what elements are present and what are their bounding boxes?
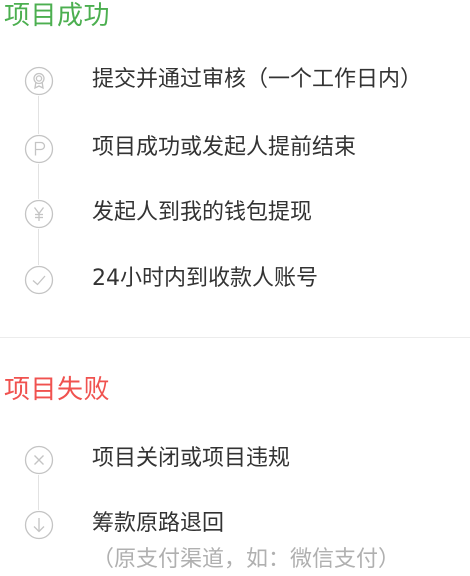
success-step-2-text: 项目成功或发起人提前结束	[92, 135, 357, 160]
success-step-3-text: 发起人到我的钱包提现	[92, 200, 313, 225]
success-section-title: 项目成功	[4, 1, 111, 31]
success-step-4-text: 24小时内到收款人账号	[92, 266, 318, 291]
failure-section-title: 项目失败	[4, 375, 111, 405]
parking-p-icon	[24, 134, 54, 164]
yen-icon	[24, 199, 54, 229]
success-step-3: 发起人到我的钱包提现	[0, 194, 470, 234]
award-medal-icon	[24, 66, 54, 96]
failure-step-2: 筹款原路退回 （原支付渠道，如：微信支付）	[0, 505, 470, 575]
failure-step-2-note: （原支付渠道，如：微信支付）	[92, 547, 401, 572]
success-step-2: 项目成功或发起人提前结束	[0, 129, 470, 169]
success-step-4: 24小时内到收款人账号	[0, 260, 470, 300]
success-step-1-text: 提交并通过审核（一个工作日内）	[92, 67, 423, 92]
failure-step-1-text: 项目关闭或项目违规	[92, 446, 291, 471]
success-step-1: 提交并通过审核（一个工作日内）	[0, 61, 470, 101]
checkmark-icon	[24, 265, 54, 295]
section-divider	[0, 337, 470, 338]
failure-step-2-text: 筹款原路退回	[92, 511, 225, 536]
success-timeline-line	[38, 96, 39, 280]
close-x-icon	[24, 445, 54, 475]
failure-step-1: 项目关闭或项目违规	[0, 440, 470, 480]
arrow-down-icon	[24, 510, 54, 540]
